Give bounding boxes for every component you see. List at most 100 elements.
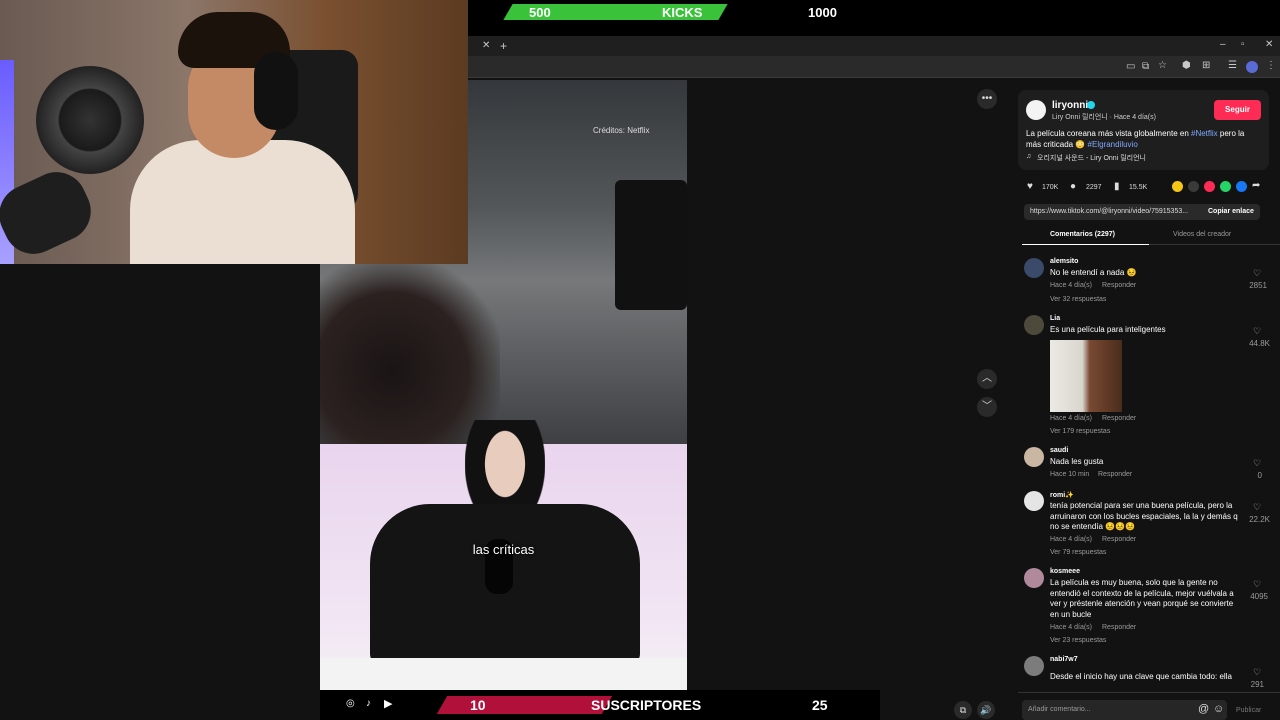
music-title[interactable]: 오리지널 사운드 - Liry Onni 릴리언니 bbox=[1037, 153, 1146, 163]
video-caption: las críticas bbox=[472, 542, 535, 557]
comment-placeholder: Añadir comentario... bbox=[1028, 706, 1091, 713]
comment-likes: 22.2K bbox=[1249, 515, 1270, 524]
comment-time: Hace 4 día(s) bbox=[1050, 282, 1093, 289]
emoji-icon[interactable]: ☺ bbox=[1213, 703, 1224, 715]
browser-tabstrip: ✕ + – ▫ ✕ bbox=[468, 36, 1280, 56]
creator-subline: Liry Onni 릴리언니 · Hace 4 día(s) bbox=[1052, 114, 1156, 121]
send-icon[interactable] bbox=[1204, 181, 1215, 192]
extension-icon[interactable]: ⬢ bbox=[1182, 60, 1191, 71]
comment-likes: 291 bbox=[1250, 680, 1264, 689]
browser-toolbar: ▭ ⧉ ☆ ⬢ ⊞ ☰ ⋮ bbox=[468, 56, 1280, 78]
avatar[interactable] bbox=[1024, 568, 1044, 588]
reply-button[interactable]: Responder bbox=[1102, 282, 1136, 289]
tab-creator-videos[interactable]: Videos del creador bbox=[1173, 231, 1231, 238]
view-replies-button[interactable]: Ver 23 respuestas bbox=[1050, 637, 1106, 644]
comment-likes: 44.8K bbox=[1249, 339, 1270, 348]
comment-image-wine-horse[interactable] bbox=[1050, 340, 1122, 412]
comment-likes: 2851 bbox=[1249, 281, 1267, 290]
comment-time: Hace 4 día(s) bbox=[1050, 536, 1093, 543]
reply-button[interactable]: Responder bbox=[1102, 536, 1136, 543]
copy-link-button[interactable]: Copiar enlace bbox=[1208, 208, 1254, 215]
next-video-icon[interactable]: ﹀ bbox=[977, 397, 997, 417]
input-divider bbox=[1018, 692, 1280, 693]
pip-icon[interactable]: ⧉ bbox=[954, 701, 972, 719]
mention-icon[interactable]: @ bbox=[1198, 703, 1209, 715]
minimize-icon[interactable]: – bbox=[1220, 39, 1226, 50]
music-icon: ♫ bbox=[1026, 153, 1032, 160]
tab-comments[interactable]: Comentarios (2297) bbox=[1050, 231, 1115, 238]
share-arrow-icon[interactable]: ➦ bbox=[1252, 180, 1260, 191]
avatar[interactable] bbox=[1024, 315, 1044, 335]
comment-time: Hace 4 día(s) bbox=[1050, 415, 1093, 422]
video-url-box[interactable]: https://www.tiktok.com/@liryonni/video/7… bbox=[1024, 204, 1260, 220]
profile-avatar[interactable] bbox=[1246, 61, 1258, 73]
publish-button[interactable]: Publicar bbox=[1236, 707, 1261, 714]
like-icon[interactable]: ♡ bbox=[1253, 502, 1261, 513]
like-icon[interactable]: ♡ bbox=[1253, 458, 1261, 469]
subscriber-progress-fill bbox=[436, 696, 613, 714]
volume-icon[interactable]: 🔊 bbox=[977, 701, 995, 719]
comment-text: No le entendí a nada 😣 bbox=[1050, 268, 1137, 277]
comment-icon[interactable]: ● bbox=[1070, 181, 1076, 192]
avatar[interactable] bbox=[1024, 258, 1044, 278]
facebook-icon[interactable] bbox=[1236, 181, 1247, 192]
bookmark-star-icon[interactable]: ☆ bbox=[1158, 60, 1167, 71]
reply-button[interactable]: Responder bbox=[1098, 471, 1132, 478]
comment-input[interactable]: Añadir comentario... @ ☺ bbox=[1022, 700, 1227, 720]
close-tab-icon[interactable]: ✕ bbox=[482, 40, 490, 51]
new-tab-icon[interactable]: + bbox=[500, 39, 507, 53]
heart-icon[interactable]: ♥ bbox=[1027, 181, 1033, 192]
embed-icon[interactable] bbox=[1188, 181, 1199, 192]
microphone-arm bbox=[0, 162, 101, 264]
follow-button[interactable]: Seguir bbox=[1214, 100, 1261, 120]
previous-video-icon[interactable]: ︿ bbox=[977, 369, 997, 389]
view-replies-button[interactable]: Ver 32 respuestas bbox=[1050, 296, 1106, 303]
subs-goal: 25 bbox=[812, 697, 828, 713]
like-icon[interactable]: ♡ bbox=[1253, 667, 1261, 678]
saves-count: 15.5K bbox=[1129, 184, 1148, 191]
tab-search-icon[interactable]: ☰ bbox=[1228, 60, 1237, 71]
comment-author[interactable]: alemsito bbox=[1050, 258, 1078, 265]
comment-author[interactable]: Lia bbox=[1050, 315, 1060, 322]
more-options-icon[interactable]: ••• bbox=[977, 89, 997, 109]
avatar[interactable] bbox=[1024, 656, 1044, 676]
reply-button[interactable]: Responder bbox=[1102, 624, 1136, 631]
comment-text: La película es muy buena, solo que la ge… bbox=[1050, 578, 1234, 619]
verified-icon bbox=[1087, 101, 1095, 109]
puzzle-icon[interactable]: ⊞ bbox=[1202, 60, 1210, 71]
view-replies-button[interactable]: Ver 179 respuestas bbox=[1050, 428, 1110, 435]
comment-text: Es una película para inteligentes bbox=[1050, 325, 1166, 334]
comment-author[interactable]: nabi7w7 bbox=[1050, 656, 1078, 663]
kicks-current: 500 bbox=[529, 5, 551, 20]
avatar[interactable] bbox=[1024, 491, 1044, 511]
video-credit: Créditos: Netflix bbox=[593, 126, 650, 135]
like-icon[interactable]: ♡ bbox=[1253, 579, 1261, 590]
avatar[interactable] bbox=[1024, 447, 1044, 467]
actress-figure bbox=[320, 260, 500, 444]
like-icon[interactable]: ♡ bbox=[1253, 326, 1261, 337]
comment-text: Nada les gusta bbox=[1050, 457, 1104, 466]
youtube-icon: ▶ bbox=[384, 698, 393, 710]
reply-button[interactable]: Responder bbox=[1102, 415, 1136, 422]
view-replies-button[interactable]: Ver 79 respuestas bbox=[1050, 549, 1106, 556]
share-friend-icon[interactable] bbox=[1172, 181, 1183, 192]
comment-author[interactable]: romi✨ bbox=[1050, 491, 1074, 499]
cast-icon[interactable]: ▭ bbox=[1126, 61, 1135, 72]
instagram-icon: ◎ bbox=[346, 698, 355, 709]
whatsapp-icon[interactable] bbox=[1220, 181, 1231, 192]
creator-avatar[interactable] bbox=[1026, 100, 1046, 120]
creator-username[interactable]: liryonni bbox=[1052, 100, 1088, 111]
comment-author[interactable]: kosmeee bbox=[1050, 568, 1080, 575]
comment-text-clip: Desde el inicio hay una clave que cambia… bbox=[1050, 666, 1242, 688]
maximize-icon[interactable]: ▫ bbox=[1241, 39, 1245, 50]
bookmark-icon[interactable]: ▮ bbox=[1114, 181, 1120, 192]
menu-dots-icon[interactable]: ⋮ bbox=[1266, 60, 1276, 71]
translate-icon[interactable]: ⧉ bbox=[1142, 61, 1149, 72]
tiktok-icon: ♪ bbox=[366, 698, 371, 709]
comment-author[interactable]: saudi bbox=[1050, 447, 1068, 454]
kicks-goal: 1000 bbox=[808, 5, 837, 20]
comment-text: Desde el inicio hay una clave que cambia… bbox=[1050, 672, 1232, 681]
window-close-icon[interactable]: ✕ bbox=[1265, 39, 1273, 50]
like-icon[interactable]: ♡ bbox=[1253, 268, 1261, 279]
comment-time: Hace 10 min bbox=[1050, 471, 1090, 478]
